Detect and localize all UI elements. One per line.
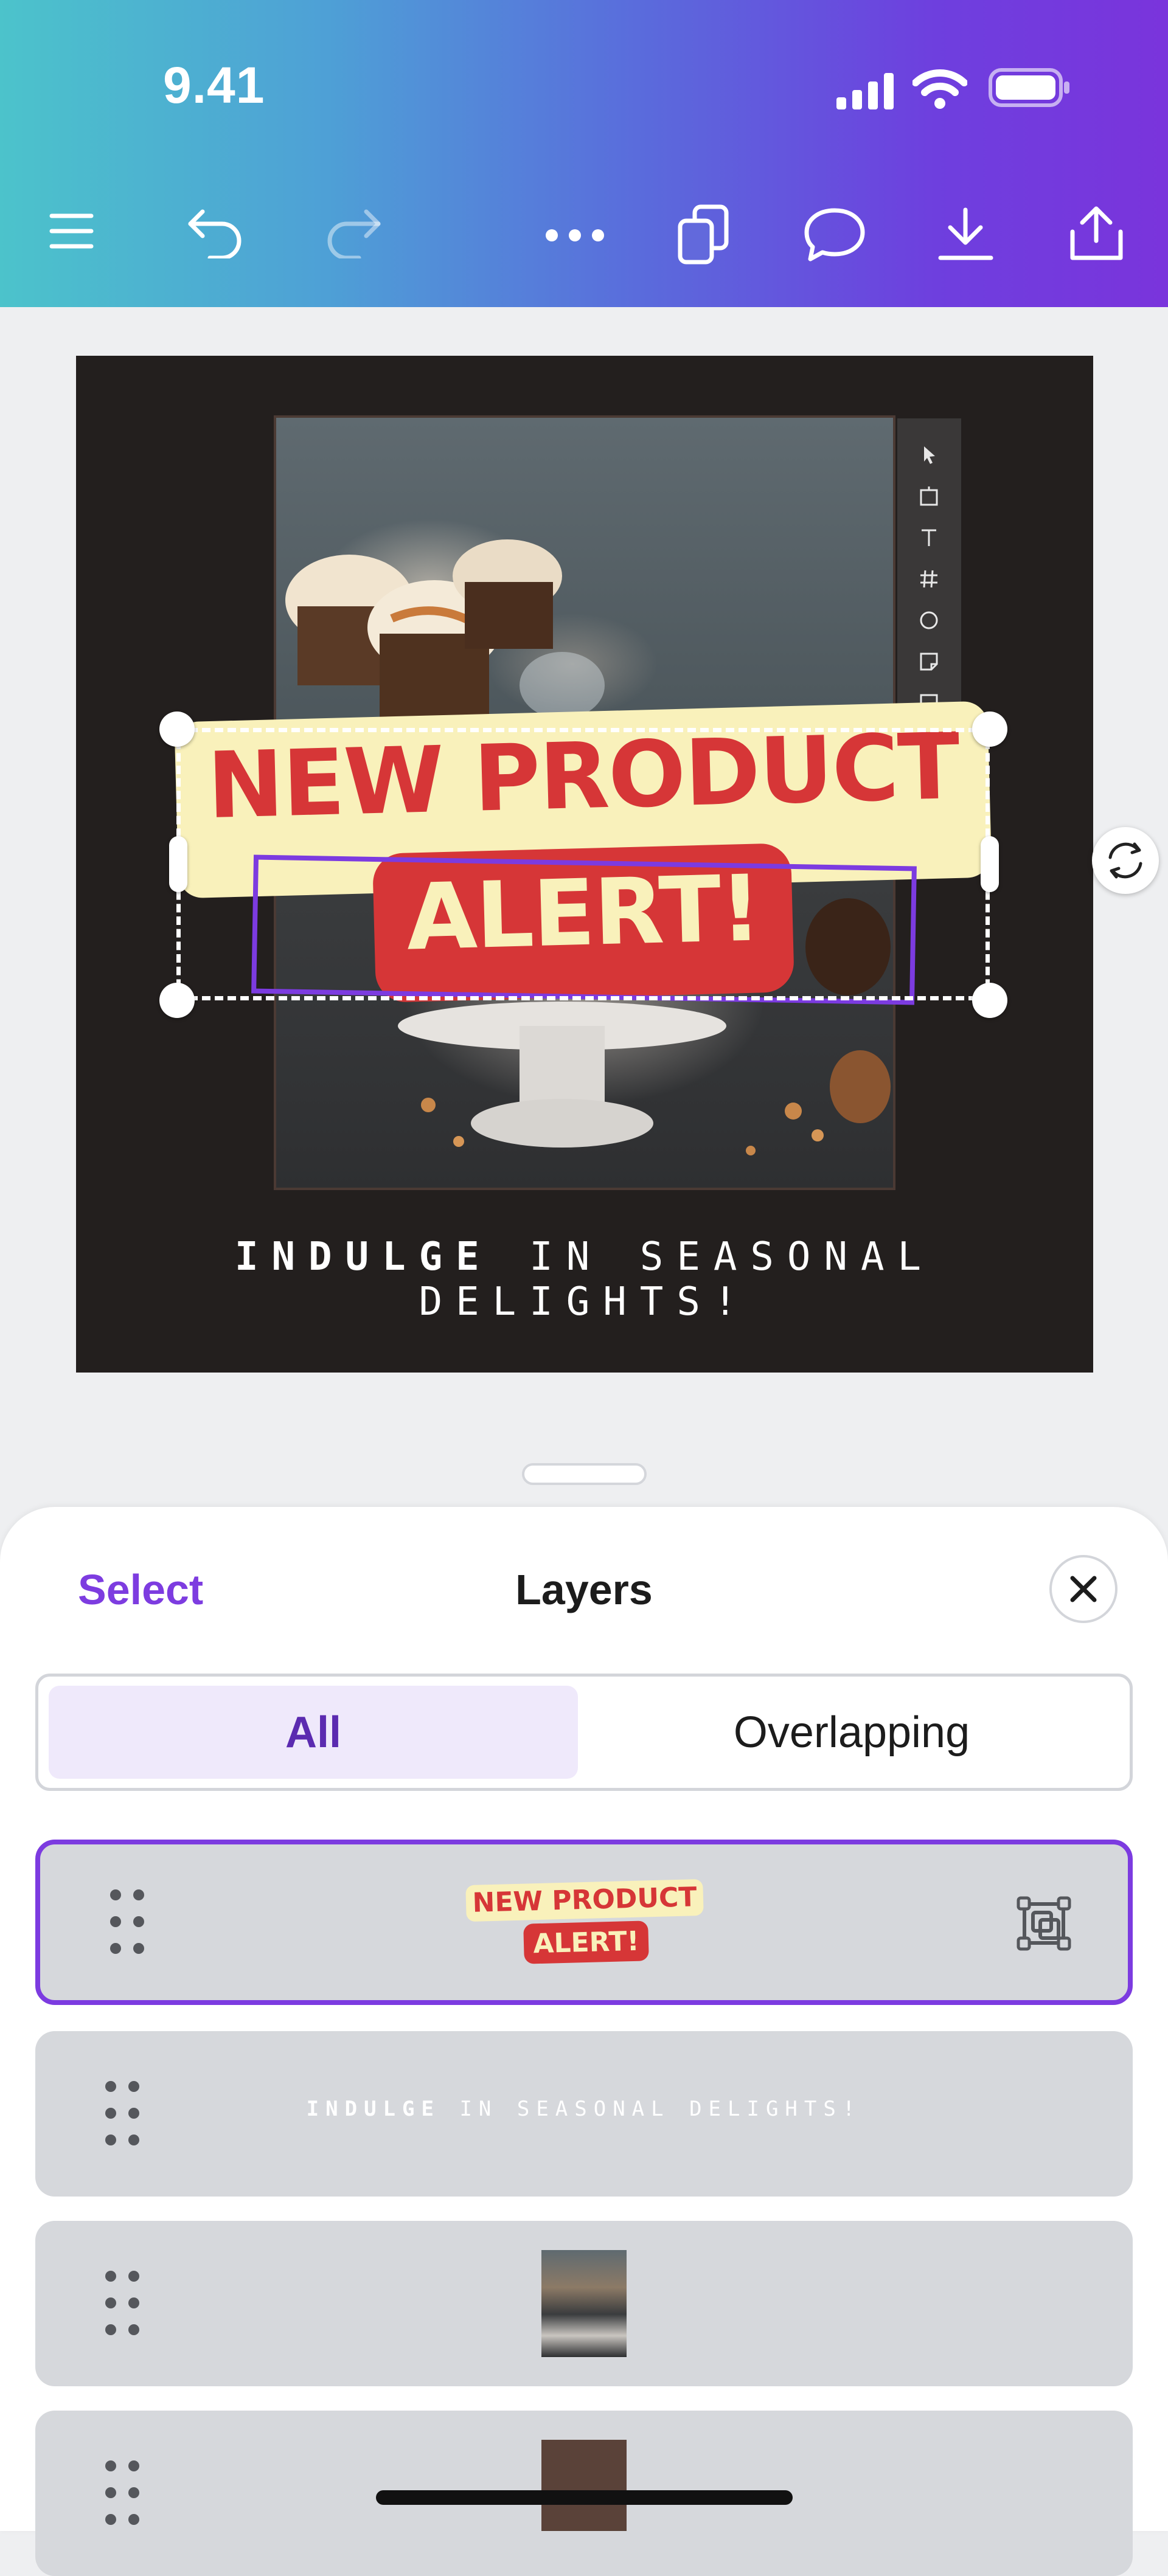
- pointer-icon[interactable]: [917, 443, 941, 467]
- download-icon[interactable]: [937, 207, 995, 261]
- text-icon[interactable]: [917, 525, 941, 550]
- sheet-drag-handle[interactable]: [522, 1463, 647, 1485]
- thumb-alert: ALERT!: [532, 1925, 640, 1960]
- mini-toolbar: [897, 418, 961, 722]
- thumb-tagline-bold: INDULGE: [306, 2097, 440, 2121]
- battery-icon: [989, 68, 1071, 107]
- sticky-icon[interactable]: [917, 649, 941, 674]
- thumb-tagline-rest: IN SEASONAL DELIGHTS!: [440, 2097, 862, 2121]
- resize-handle-top-right[interactable]: [972, 712, 1007, 747]
- share-icon[interactable]: [1068, 204, 1125, 262]
- drag-handle-icon[interactable]: [110, 1889, 147, 1956]
- hash-icon[interactable]: [917, 567, 941, 591]
- drag-handle-icon[interactable]: [105, 2271, 142, 2338]
- tab-all[interactable]: All: [49, 1686, 578, 1779]
- group-icon[interactable]: [1013, 1893, 1074, 1954]
- circle-icon[interactable]: [917, 608, 941, 632]
- resize-handle-bottom-left[interactable]: [159, 983, 195, 1018]
- thumb-headline: NEW PRODUCT: [471, 1882, 698, 1919]
- resize-handle-right[interactable]: [981, 836, 999, 892]
- wifi-icon: [912, 68, 967, 109]
- layer-row-text[interactable]: INDULGE IN SEASONAL DELIGHTS!: [35, 2031, 1133, 2197]
- tab-overlapping[interactable]: Overlapping: [584, 1686, 1119, 1779]
- undo-icon[interactable]: [186, 207, 243, 258]
- signal-icon: [836, 73, 897, 109]
- resize-handle-bottom-right[interactable]: [972, 983, 1007, 1018]
- resize-handle-top-left[interactable]: [159, 712, 195, 747]
- resize-handle-left[interactable]: [169, 836, 187, 892]
- drag-handle-icon[interactable]: [105, 2460, 142, 2527]
- comment-icon[interactable]: [803, 207, 867, 261]
- layer-row-group[interactable]: NEW PRODUCT ALERT!: [35, 1840, 1133, 2005]
- thumb-tagline: INDULGE IN SEASONAL DELIGHTS!: [35, 2097, 1133, 2121]
- status-time: 9.41: [163, 57, 265, 114]
- layer-row-image[interactable]: [35, 2221, 1133, 2386]
- thumb-shape: [541, 2440, 627, 2531]
- redo-icon[interactable]: [325, 207, 383, 258]
- menu-icon[interactable]: [49, 210, 94, 252]
- home-indicator: [376, 2490, 793, 2505]
- duplicate-icon[interactable]: [676, 204, 731, 265]
- rotate-button[interactable]: [1092, 827, 1159, 894]
- selection-box[interactable]: [176, 728, 990, 1000]
- tagline-rest: IN SEASONAL DELIGHTS!: [419, 1234, 935, 1324]
- thumb-photo: [541, 2250, 627, 2357]
- layers-title: Layers: [515, 1566, 653, 1613]
- close-button[interactable]: [1049, 1555, 1118, 1623]
- rotate-icon: [1108, 842, 1142, 879]
- tagline-bold: INDULGE: [234, 1234, 493, 1279]
- close-icon: [1070, 1576, 1097, 1602]
- frame-icon[interactable]: [917, 484, 941, 508]
- tagline-text[interactable]: INDULGE IN SEASONAL DELIGHTS!: [76, 1234, 1093, 1324]
- more-icon[interactable]: [544, 226, 605, 244]
